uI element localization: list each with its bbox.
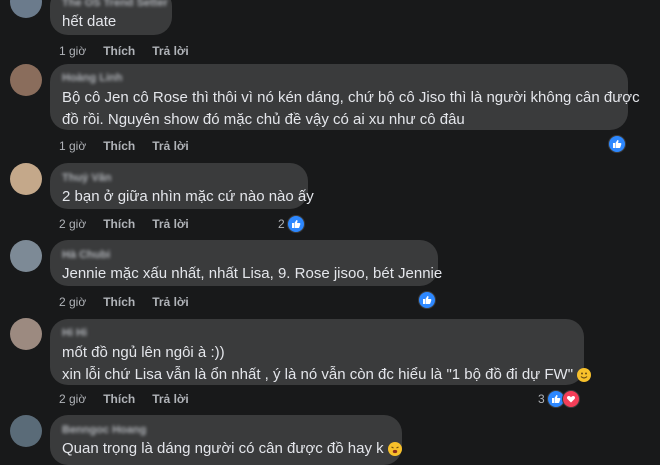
comment-time[interactable]: 1 giờ — [59, 139, 86, 153]
like-reaction-icon — [418, 291, 436, 309]
comment-time[interactable]: 2 giờ — [59, 217, 86, 231]
reaction-summary[interactable]: 3 — [538, 389, 580, 409]
reply-button[interactable]: Trả lời — [152, 392, 189, 406]
like-button[interactable]: Thích — [103, 295, 135, 309]
comment-actions: 2 giờ Thích Trả lời — [59, 295, 206, 309]
comment-text: đồ rồi. Nguyên show đó mặc chủ đề vậy có… — [62, 111, 465, 128]
comment-text: Jennie mặc xấu nhất, nhất Lisa, 9. Rose … — [62, 265, 443, 282]
like-reaction-icon — [286, 215, 305, 233]
comment-author[interactable]: Thuỷ Vân — [62, 171, 296, 185]
reaction-summary[interactable] — [418, 290, 436, 310]
comment-author[interactable]: Hà Chubi — [62, 248, 426, 262]
avatar[interactable] — [10, 240, 42, 272]
avatar[interactable] — [10, 163, 42, 195]
avatar[interactable] — [10, 318, 42, 350]
comment-bubble: Hoàng Linh Bộ cô Jen cô Rose thì thôi vì… — [50, 64, 640, 130]
like-button[interactable]: Thích — [103, 44, 135, 58]
comment-text: xin lỗi chứ Lisa vẫn là ổn nhất , ý là n… — [62, 364, 592, 386]
like-button[interactable]: Thích — [103, 217, 135, 231]
tired-face-emoji-icon — [387, 442, 402, 457]
comment-author[interactable]: Benngoc Hoang — [62, 423, 390, 437]
comment-bubble: Hà Chubi Jennie mặc xấu nhất, nhất Lisa,… — [50, 240, 443, 286]
comment-bubble: Hi Hi mốt đồ ngủ lên ngôi à :)) xin lỗi … — [50, 319, 592, 386]
avatar[interactable] — [10, 415, 42, 447]
smile-emoji-icon — [577, 368, 592, 383]
comment-text: Bộ cô Jen cô Rose thì thôi vì nó kén dán… — [62, 89, 640, 106]
reply-button[interactable]: Trả lời — [152, 295, 189, 309]
avatar[interactable] — [10, 0, 42, 18]
comment-text: hết date — [62, 13, 117, 30]
comment-actions: 2 giờ Thích Trả lời — [59, 217, 206, 231]
comment-bubble: The OS Trend Setter hết date — [50, 0, 172, 35]
comment-actions: 1 giờ Thích Trả lời — [59, 44, 206, 58]
like-reaction-icon — [608, 135, 626, 153]
comment-author[interactable]: Hoàng Linh — [62, 71, 616, 85]
comment-actions: 1 giờ Thích Trả lời — [59, 139, 206, 153]
comment-time[interactable]: 2 giờ — [59, 392, 86, 406]
avatar[interactable] — [10, 64, 42, 96]
reaction-summary[interactable] — [608, 134, 626, 154]
comment-author[interactable]: Hi Hi — [62, 326, 572, 340]
comment-text: Quan trọng là dáng người có cân được đồ … — [62, 437, 402, 461]
comment-text-line: xin lỗi chứ Lisa vẫn là ổn nhất , ý là n… — [62, 366, 574, 383]
reaction-count: 2 — [278, 217, 285, 231]
comment-text: mốt đồ ngủ lên ngôi à :)) — [62, 344, 225, 361]
comment-text-line: Quan trọng là dáng người có cân được đồ … — [62, 440, 384, 457]
comment-bubble: Thuỷ Vân 2 bạn ở giữa nhìn mặc cứ nào nà… — [50, 163, 314, 209]
reply-button[interactable]: Trả lời — [152, 44, 189, 58]
comment-actions: 2 giờ Thích Trả lời — [59, 392, 206, 406]
reply-button[interactable]: Trả lời — [152, 139, 189, 153]
comment-author[interactable]: The OS Trend Setter — [62, 0, 168, 10]
like-button[interactable]: Thích — [103, 392, 135, 406]
comment-text: 2 bạn ở giữa nhìn mặc cứ nào nào ấy — [62, 188, 314, 205]
comment-time[interactable]: 2 giờ — [59, 295, 86, 309]
reply-button[interactable]: Trả lời — [152, 217, 189, 231]
like-button[interactable]: Thích — [103, 139, 135, 153]
comment-time[interactable]: 1 giờ — [59, 44, 86, 58]
reaction-summary[interactable]: 2 — [278, 214, 305, 234]
heart-reaction-icon — [561, 390, 580, 408]
reaction-count: 3 — [538, 392, 545, 406]
